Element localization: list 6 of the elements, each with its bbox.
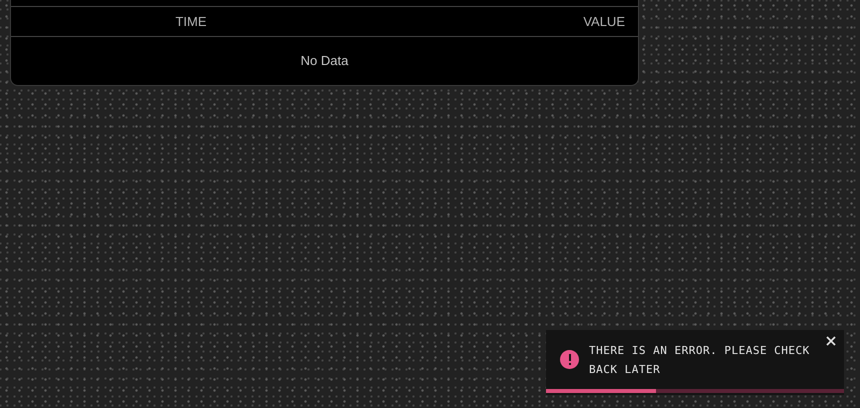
error-message: THERE IS AN ERROR. PLEASE CHECK BACK LATER [589, 342, 811, 378]
close-button[interactable] [826, 336, 836, 346]
column-header: VALUE [583, 12, 625, 31]
empty-message: No Data [300, 52, 348, 70]
column-header: TIME [175, 12, 207, 31]
error-icon [560, 350, 579, 369]
